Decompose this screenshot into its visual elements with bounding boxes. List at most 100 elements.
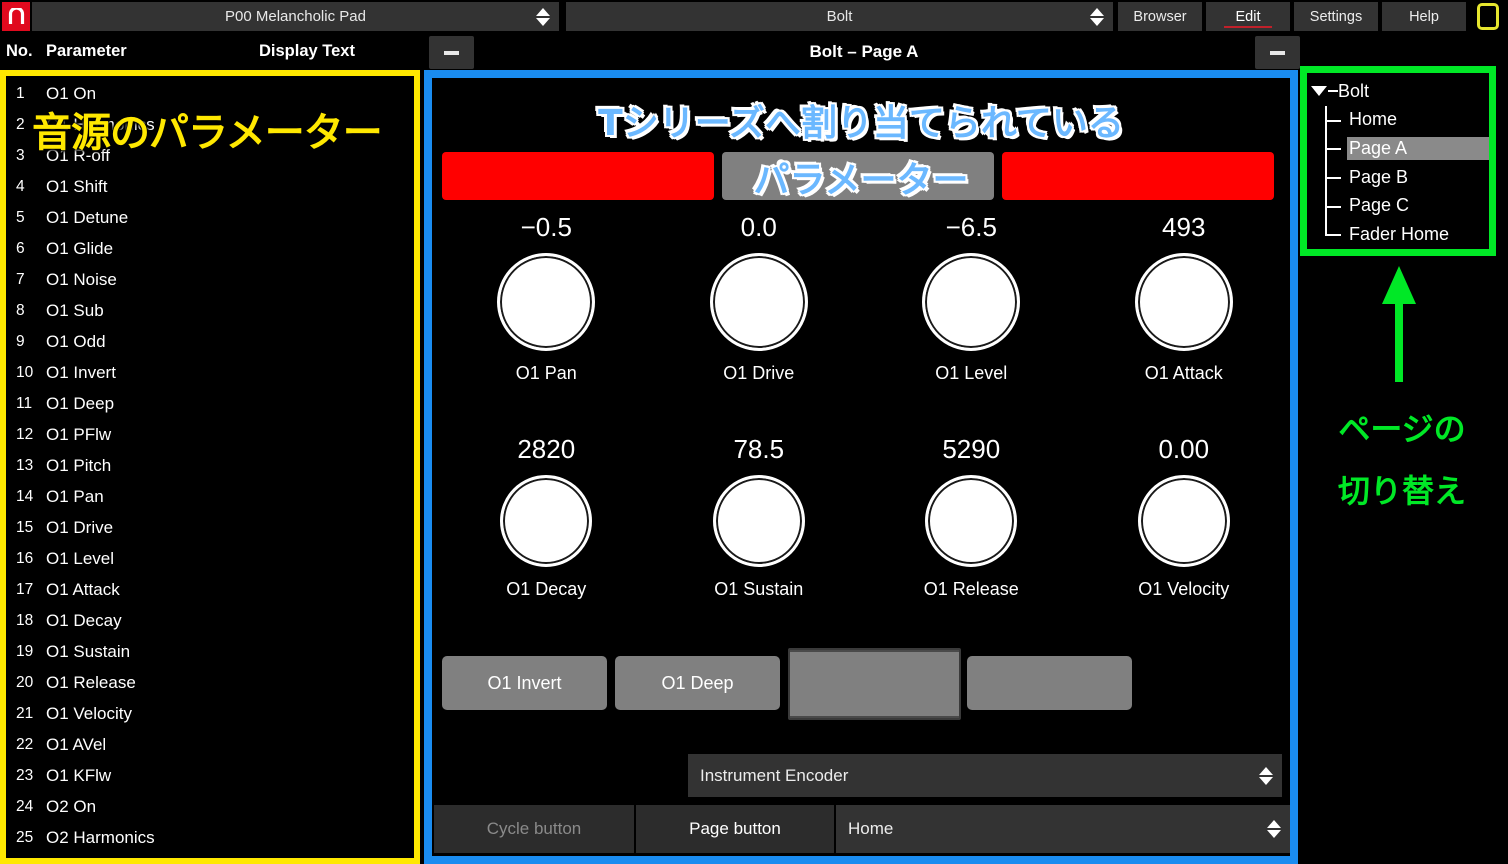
parameter-list[interactable]: 1 O1 On 2 O1 Harmonics 3 O1 R-off 4 O1 Shift 5 O1… bbox=[6, 76, 414, 858]
parameter-row[interactable]: 5 O1 Detune bbox=[6, 202, 414, 233]
parameter-row[interactable]: 16 O1 Level bbox=[6, 543, 414, 574]
tab-edit-label: Edit bbox=[1235, 8, 1261, 25]
parameter-row-name: O1 Pitch bbox=[46, 455, 112, 475]
tree-item-page-c[interactable]: Page C bbox=[1311, 191, 1489, 220]
pad-button-label: O1 Invert bbox=[487, 672, 562, 693]
device-select[interactable]: Bolt bbox=[566, 2, 1113, 31]
parameter-row-name: O1 Attack bbox=[46, 579, 120, 599]
parameter-row-name: O1 KFlw bbox=[46, 765, 112, 785]
pad-button[interactable]: O1 Invert bbox=[442, 656, 607, 710]
page-tree[interactable]: Bolt Home Page A Page B Page C Fader Home bbox=[1307, 73, 1489, 249]
page-title: Bolt – Page A bbox=[809, 42, 919, 61]
parameter-row[interactable]: 4 O1 Shift bbox=[6, 171, 414, 202]
parameter-row[interactable]: 7 O1 Noise bbox=[6, 264, 414, 295]
page-button-label: Page button bbox=[689, 819, 781, 838]
parameter-row[interactable]: 13 O1 Pitch bbox=[6, 450, 414, 481]
parameter-row[interactable]: 21 O1 Velocity bbox=[6, 698, 414, 729]
parameter-row-name: O1 Drive bbox=[46, 517, 114, 537]
parameter-row[interactable]: 17 O1 Attack bbox=[6, 574, 414, 605]
parameter-row[interactable]: 20 O1 Release bbox=[6, 667, 414, 698]
parameter-row[interactable]: 14 O1 Pan bbox=[6, 481, 414, 512]
parameter-row-number: 11 bbox=[16, 394, 33, 412]
tree-connector bbox=[1325, 148, 1341, 151]
parameter-row[interactable]: 11 O1 Deep bbox=[6, 388, 414, 419]
device-stepper-icon[interactable] bbox=[1090, 7, 1104, 26]
bottom-control-row: Cycle button Page button Home bbox=[434, 805, 1290, 853]
parameter-row-name: O1 Release bbox=[46, 672, 136, 692]
parameter-row-number: 18 bbox=[16, 611, 34, 629]
preset-select[interactable]: P00 Melancholic Pad bbox=[32, 2, 559, 31]
tree-item-label: Page B bbox=[1349, 166, 1409, 187]
parameter-row[interactable]: 15 O1 Drive bbox=[6, 512, 414, 543]
knob-cell: 493 O1 Attack bbox=[1078, 212, 1291, 384]
parameter-row-name: O1 Shift bbox=[46, 176, 108, 196]
collapse-right-button[interactable] bbox=[1255, 36, 1300, 69]
parameter-row[interactable]: 12 O1 PFlw bbox=[6, 419, 414, 450]
preset-stepper-icon[interactable] bbox=[536, 7, 550, 26]
tree-item-label: Home bbox=[1349, 109, 1398, 130]
tree-item-label: Fader Home bbox=[1349, 223, 1450, 244]
parameter-row[interactable]: 9 O1 Odd bbox=[6, 326, 414, 357]
collapse-left-button[interactable] bbox=[429, 36, 474, 69]
caret-down-icon[interactable] bbox=[1311, 86, 1327, 97]
pad-button-label: O1 Deep bbox=[661, 672, 734, 693]
parameter-row-number: 17 bbox=[16, 580, 34, 598]
knob-dial[interactable] bbox=[1134, 253, 1233, 351]
parameter-row-name: O1 Invert bbox=[46, 362, 116, 382]
preset-select-value: P00 Melancholic Pad bbox=[225, 8, 366, 25]
knob-value: 5290 bbox=[942, 434, 1001, 464]
knob-dial[interactable] bbox=[922, 253, 1021, 351]
page-tree-panel: Bolt Home Page A Page B Page C Fader Home bbox=[1300, 66, 1496, 256]
tab-browser[interactable]: Browser bbox=[1118, 2, 1202, 31]
encoder-stepper-icon[interactable] bbox=[1259, 766, 1273, 785]
tab-settings[interactable]: Settings bbox=[1294, 2, 1378, 31]
tree-root-node[interactable]: Bolt bbox=[1311, 77, 1489, 106]
parameter-row[interactable]: 18 O1 Decay bbox=[6, 605, 414, 636]
parameter-list-panel: 1 O1 On 2 O1 Harmonics 3 O1 R-off 4 O1 Shift 5 O1… bbox=[0, 70, 420, 864]
knob-dial[interactable] bbox=[925, 475, 1018, 567]
knob-dial[interactable] bbox=[709, 253, 808, 351]
rounded-rect-outline-icon[interactable] bbox=[1477, 3, 1499, 30]
parameter-row[interactable]: 10 O1 Invert bbox=[6, 357, 414, 388]
knob-dial[interactable] bbox=[712, 475, 805, 567]
parameter-row[interactable]: 8 O1 Sub bbox=[6, 295, 414, 326]
page-button[interactable]: Page button bbox=[636, 805, 834, 853]
column-header-display-text: Display Text bbox=[259, 42, 355, 60]
pad-button[interactable]: O1 Deep bbox=[615, 656, 780, 710]
parameter-row[interactable]: 22 O1 AVel bbox=[6, 729, 414, 760]
knob-cell: 5290 O1 Release bbox=[865, 434, 1078, 600]
parameter-row[interactable]: 24 O2 On bbox=[6, 791, 414, 822]
tab-help[interactable]: Help bbox=[1382, 2, 1466, 31]
tree-connector bbox=[1325, 177, 1341, 180]
knob-dial[interactable] bbox=[1137, 475, 1230, 567]
parameter-row[interactable]: 25 O2 Harmonics bbox=[6, 822, 414, 853]
parameter-row-number: 7 bbox=[16, 270, 25, 288]
parameter-row-name: O1 Sub bbox=[46, 300, 104, 320]
annotation-left-yellow: 音源のパラメーター bbox=[32, 110, 383, 156]
target-select[interactable]: Home bbox=[836, 805, 1290, 853]
parameter-row-name: O1 PFlw bbox=[46, 424, 112, 444]
knob-dial[interactable] bbox=[500, 475, 593, 567]
tree-item-page-b[interactable]: Page B bbox=[1311, 162, 1489, 192]
annotation-center-blue-line2: パラメーター bbox=[753, 160, 969, 201]
knob-value: 78.5 bbox=[733, 434, 785, 464]
parameter-row-number: 19 bbox=[16, 642, 34, 660]
tree-item-home[interactable]: Home bbox=[1311, 105, 1489, 135]
tree-item-page-a[interactable]: Page A bbox=[1311, 134, 1489, 163]
target-stepper-icon[interactable] bbox=[1267, 820, 1281, 838]
tree-item-label: Page C bbox=[1349, 195, 1410, 216]
knob-dial[interactable] bbox=[497, 253, 596, 351]
cycle-button[interactable]: Cycle button bbox=[434, 805, 634, 853]
parameter-row-number: 14 bbox=[16, 487, 34, 505]
knob-cell: −6.5 O1 Level bbox=[865, 212, 1078, 384]
tab-edit[interactable]: Edit bbox=[1206, 2, 1290, 31]
parameter-row[interactable]: 6 O1 Glide bbox=[6, 233, 414, 264]
pad-button[interactable] bbox=[967, 656, 1132, 710]
parameter-row[interactable]: 19 O1 Sustain bbox=[6, 636, 414, 667]
encoder-select[interactable]: Instrument Encoder bbox=[688, 754, 1282, 797]
page-editor-panel: Tシリーズへ割り当てられている パラメーター −0.5 O1 Pan 0.0 O1 D… bbox=[424, 70, 1298, 864]
parameter-row[interactable]: 23 O1 KFlw bbox=[6, 760, 414, 791]
tree-item-fader-home[interactable]: Fader Home bbox=[1311, 219, 1489, 249]
pad-button[interactable] bbox=[788, 648, 961, 720]
parameter-row-name: O2 On bbox=[46, 796, 97, 816]
